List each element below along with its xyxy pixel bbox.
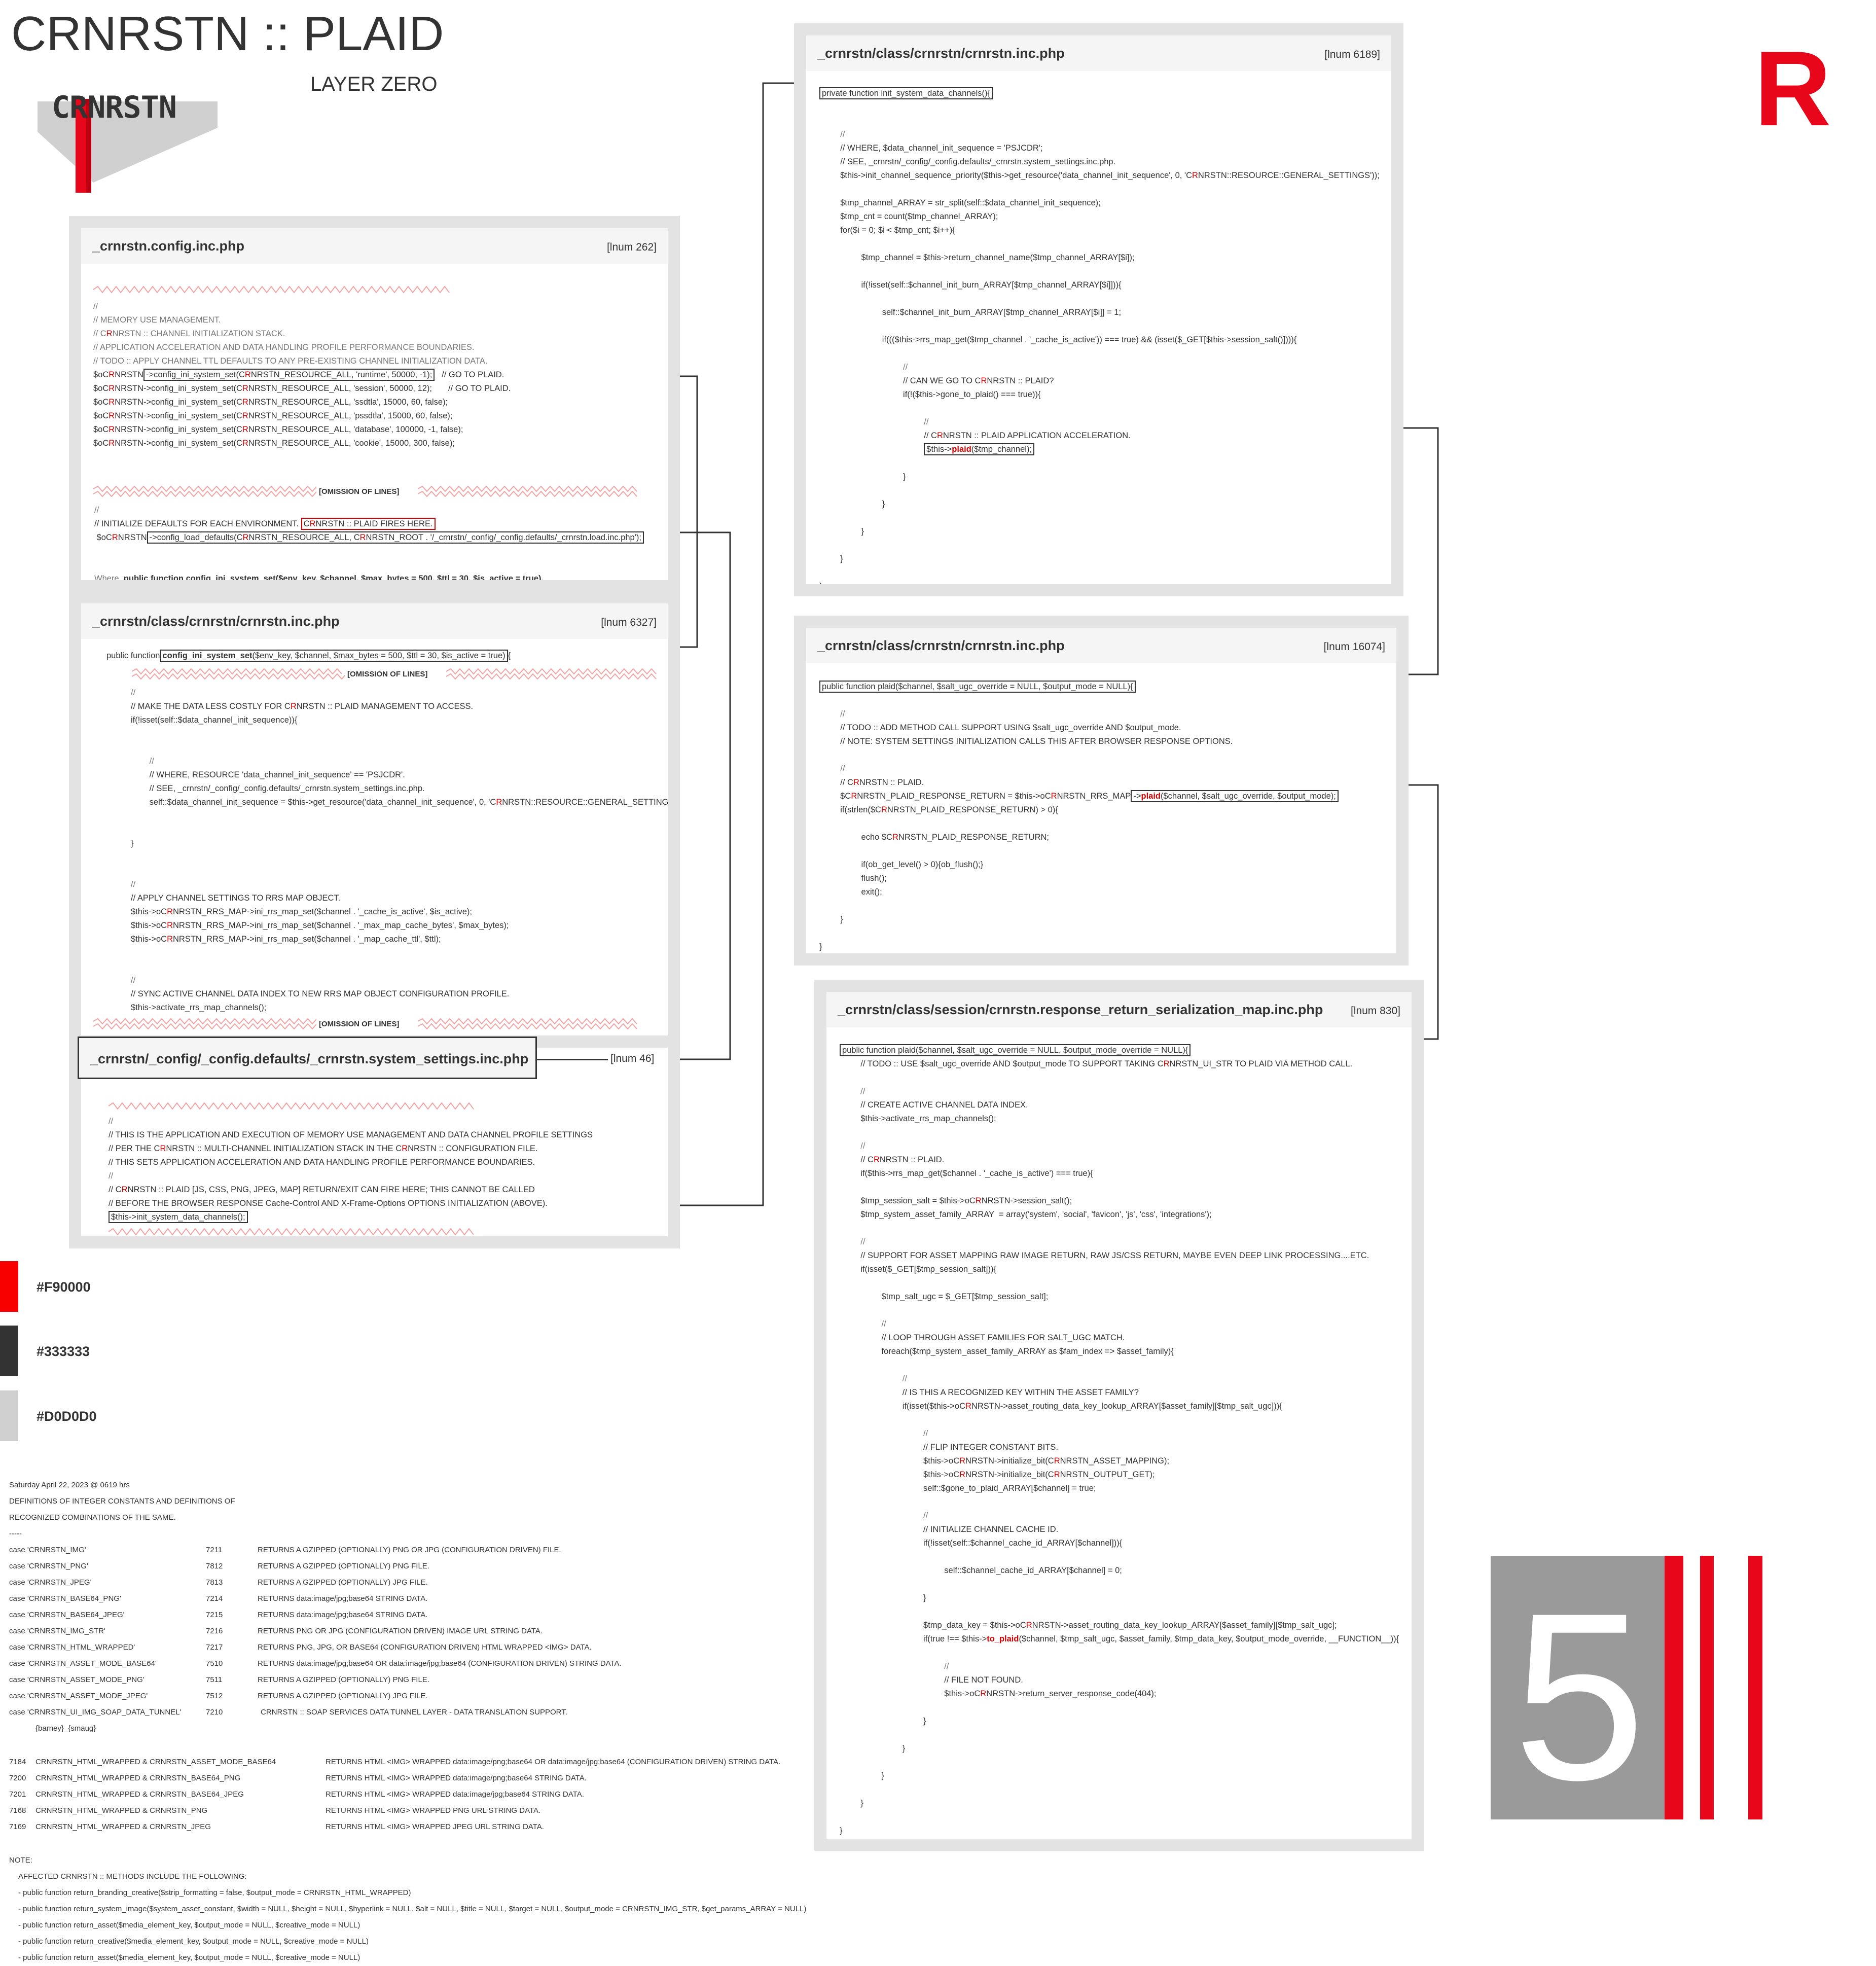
svg-text:[OMISSION OF LINES]: [OMISSION OF LINES] [347,670,427,678]
panel-title: _crnrstn/class/crnrstn/crnrstn.inc.php [817,46,1065,61]
panel-title: _crnrstn/_config/_config.defaults/_crnrs… [90,1051,529,1066]
swatch-label: #333333 [37,1344,90,1359]
panel-config-inc: _crnrstn.config.inc.php [lnum 262] // // … [69,216,680,592]
swatch-dark [0,1326,18,1376]
badge-digit: 5 [1513,1563,1645,1819]
panel-3-header-box: _crnrstn/_config/_config.defaults/_crnrs… [78,1036,537,1079]
panel-title: _crnrstn/class/session/crnrstn.response_… [838,1002,1323,1017]
panel-title: _crnrstn.config.inc.php [92,238,245,254]
five-badge-logo: 5 [1491,1556,1762,1819]
panel-crnrstn-inc-16074: _crnrstn/class/crnrstn/crnrstn.inc.php [l… [794,616,1409,966]
panel-line-number: [lnum 262] [606,241,657,253]
panel-line-number: [lnum 16074] [1323,641,1385,653]
omission-label: [OMISSION OF LINES] [319,487,399,496]
panel-line-number: [lnum 830] [1350,1005,1400,1017]
code-block: private function init_system_data_channe… [819,87,1391,584]
swatch-light [0,1390,18,1441]
panel-line-number: [lnum 6327] [601,617,657,628]
code-block: // // MAKE THE DATA LESS COSTLY FOR CRNR… [131,688,680,1012]
panel-line-number: [lnum 46] [610,1053,655,1064]
code-block: // // MEMORY USE MANAGEMENT. // CRNRSTN … [93,302,511,448]
code-block: public function plaid($channel, $salt_ug… [819,680,1396,953]
omission-marker: [OMISSION OF LINES] [93,1018,637,1029]
panel-line-number: [lnum 6189] [1324,49,1380,60]
svg-text:[OMISSION OF LINES]: [OMISSION OF LINES] [319,1020,399,1028]
panel-crnrstn-inc-6327: _crnrstn/class/crnrstn/crnrstn.inc.php [l… [69,591,680,1049]
panel-title: _crnrstn/class/crnrstn/crnrstn.inc.php [92,614,340,629]
code-block: public function config_ini_system_set($en… [106,649,668,663]
code-block: public function plaid($channel, $salt_ug… [840,1044,1412,1838]
panel-crnrstn-inc-6189: _crnrstn/class/crnrstn/crnrstn.inc.php [l… [794,23,1403,596]
swatch-label: #F90000 [37,1279,91,1295]
code-block: // // THIS IS THE APPLICATION AND EXECUT… [109,1115,668,1224]
notes-date: Saturday April 22, 2023 @ 0619 hrs [9,1480,130,1489]
code-block: // // INITIALIZE DEFAULTS FOR EACH ENVIR… [94,504,668,580]
omission-marker: [OMISSION OF LINES] [132,668,657,680]
swatch-red [0,1261,18,1312]
omission-wave [93,286,450,293]
panel-title: _crnrstn/class/crnrstn/crnrstn.inc.php [817,638,1065,653]
omission-marker: [OMISSION OF LINES] [93,486,637,497]
panel-serialization-map: _crnrstn/class/session/crnrstn.response_… [814,980,1424,1851]
swatch-label: #D0D0D0 [37,1409,97,1424]
